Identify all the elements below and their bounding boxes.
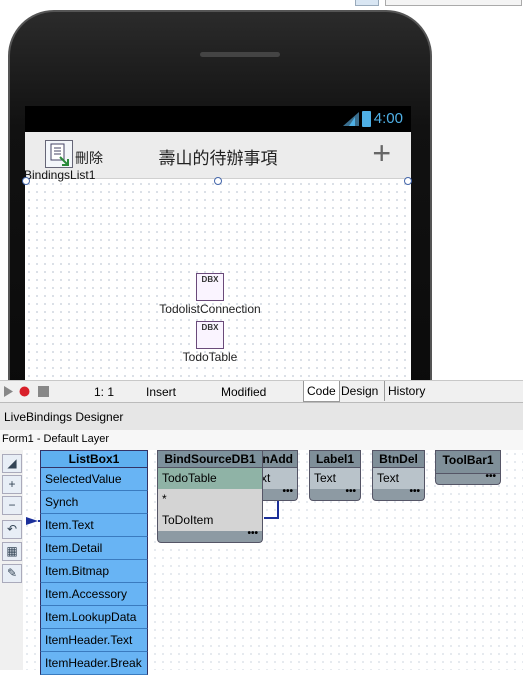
component-caption: TodoTable xyxy=(182,350,238,364)
toolbar-title: 壽山的待辦事項 xyxy=(158,149,278,168)
device-statusbar: 4:00 xyxy=(25,106,411,132)
style-dropdown[interactable] xyxy=(385,0,522,6)
more-icon[interactable]: ••• xyxy=(157,529,263,543)
listbox1-node[interactable]: ListBox1 SelectedValue Synch Item.Text I… xyxy=(40,450,148,675)
btndel-node[interactable]: BtnDel Text ••• xyxy=(372,450,425,501)
selection-handle[interactable] xyxy=(404,177,412,185)
play-icon[interactable] xyxy=(4,386,13,397)
more-icon[interactable]: ••• xyxy=(372,487,425,501)
speaker-grille xyxy=(200,52,280,57)
grid-icon[interactable]: ▦ xyxy=(2,542,22,561)
todotable-component[interactable]: DBX TodoTable xyxy=(170,321,250,364)
todolist-connection-component[interactable]: DBX TodolistConnection xyxy=(150,273,270,316)
editor-status-bar: 1: 1 Insert Modified Code Design History xyxy=(0,380,523,403)
label1-node[interactable]: Label1 Text ••• xyxy=(309,450,361,501)
listbox-member[interactable]: Item.Detail xyxy=(40,537,148,560)
node-title: ListBox1 xyxy=(40,450,148,468)
top-controls-strip xyxy=(355,0,523,6)
more-icon[interactable]: ••• xyxy=(309,487,361,501)
listbox-member[interactable]: ItemHeader.Text xyxy=(40,629,148,652)
listbox-member[interactable]: Synch xyxy=(40,491,148,514)
more-icon[interactable]: ••• xyxy=(435,472,501,485)
node-title: BtnDel xyxy=(372,450,425,468)
insert-mode: Insert xyxy=(146,385,177,399)
cursor-position: 1: 1 xyxy=(94,385,115,399)
listbox-member[interactable]: Item.Bitmap xyxy=(40,560,148,583)
node-title: BindSourceDB1 xyxy=(157,450,263,468)
add-button[interactable]: + xyxy=(372,136,391,170)
selection-handle[interactable] xyxy=(214,177,222,185)
dbx-icon: DBX xyxy=(196,273,224,301)
livebindings-title: LiveBindings Designer xyxy=(4,410,124,424)
listbox-member[interactable]: ItemHeader.Break xyxy=(40,652,148,675)
bind-visually-icon[interactable]: ✎ xyxy=(2,564,22,583)
stop-icon[interactable] xyxy=(38,386,49,397)
bindsource-member[interactable]: * xyxy=(157,489,263,510)
toolbar1-node[interactable]: ToolBar1 ••• xyxy=(435,450,501,485)
bindsource-node[interactable]: BindSourceDB1 TodoTable * ToDoItem ••• xyxy=(157,450,263,543)
status-time: 4:00 xyxy=(373,110,403,127)
selection-handle[interactable] xyxy=(22,177,30,185)
record-icon[interactable] xyxy=(19,386,30,397)
modified-state: Modified xyxy=(221,385,267,399)
listbox-member[interactable]: Item.Text xyxy=(40,514,148,537)
battery-icon xyxy=(362,111,371,127)
listbox-member[interactable]: SelectedValue xyxy=(40,468,148,491)
tab-code[interactable]: Code xyxy=(303,381,340,402)
listbox-design-area[interactable]: DBX TodolistConnection DBX TodoTable xyxy=(22,177,412,380)
layer-label: Form1 - Default Layer xyxy=(2,433,109,445)
listbox-member[interactable]: Item.LookupData xyxy=(40,606,148,629)
signal-icon xyxy=(343,112,359,126)
listbox-member[interactable]: Item.Accessory xyxy=(40,583,148,606)
node-title: Label1 xyxy=(309,450,361,468)
bindsource-member[interactable]: TodoTable xyxy=(157,468,263,489)
tab-design[interactable]: Design xyxy=(338,381,381,401)
layer-bar: Form1 - Default Layer xyxy=(0,430,523,450)
dbx-icon: DBX xyxy=(196,321,224,349)
component-caption: TodolistConnection xyxy=(159,302,261,316)
livebindings-header: LiveBindings Designer xyxy=(0,402,523,431)
tab-history[interactable]: History xyxy=(384,381,428,401)
view-selector-button[interactable] xyxy=(355,0,379,6)
